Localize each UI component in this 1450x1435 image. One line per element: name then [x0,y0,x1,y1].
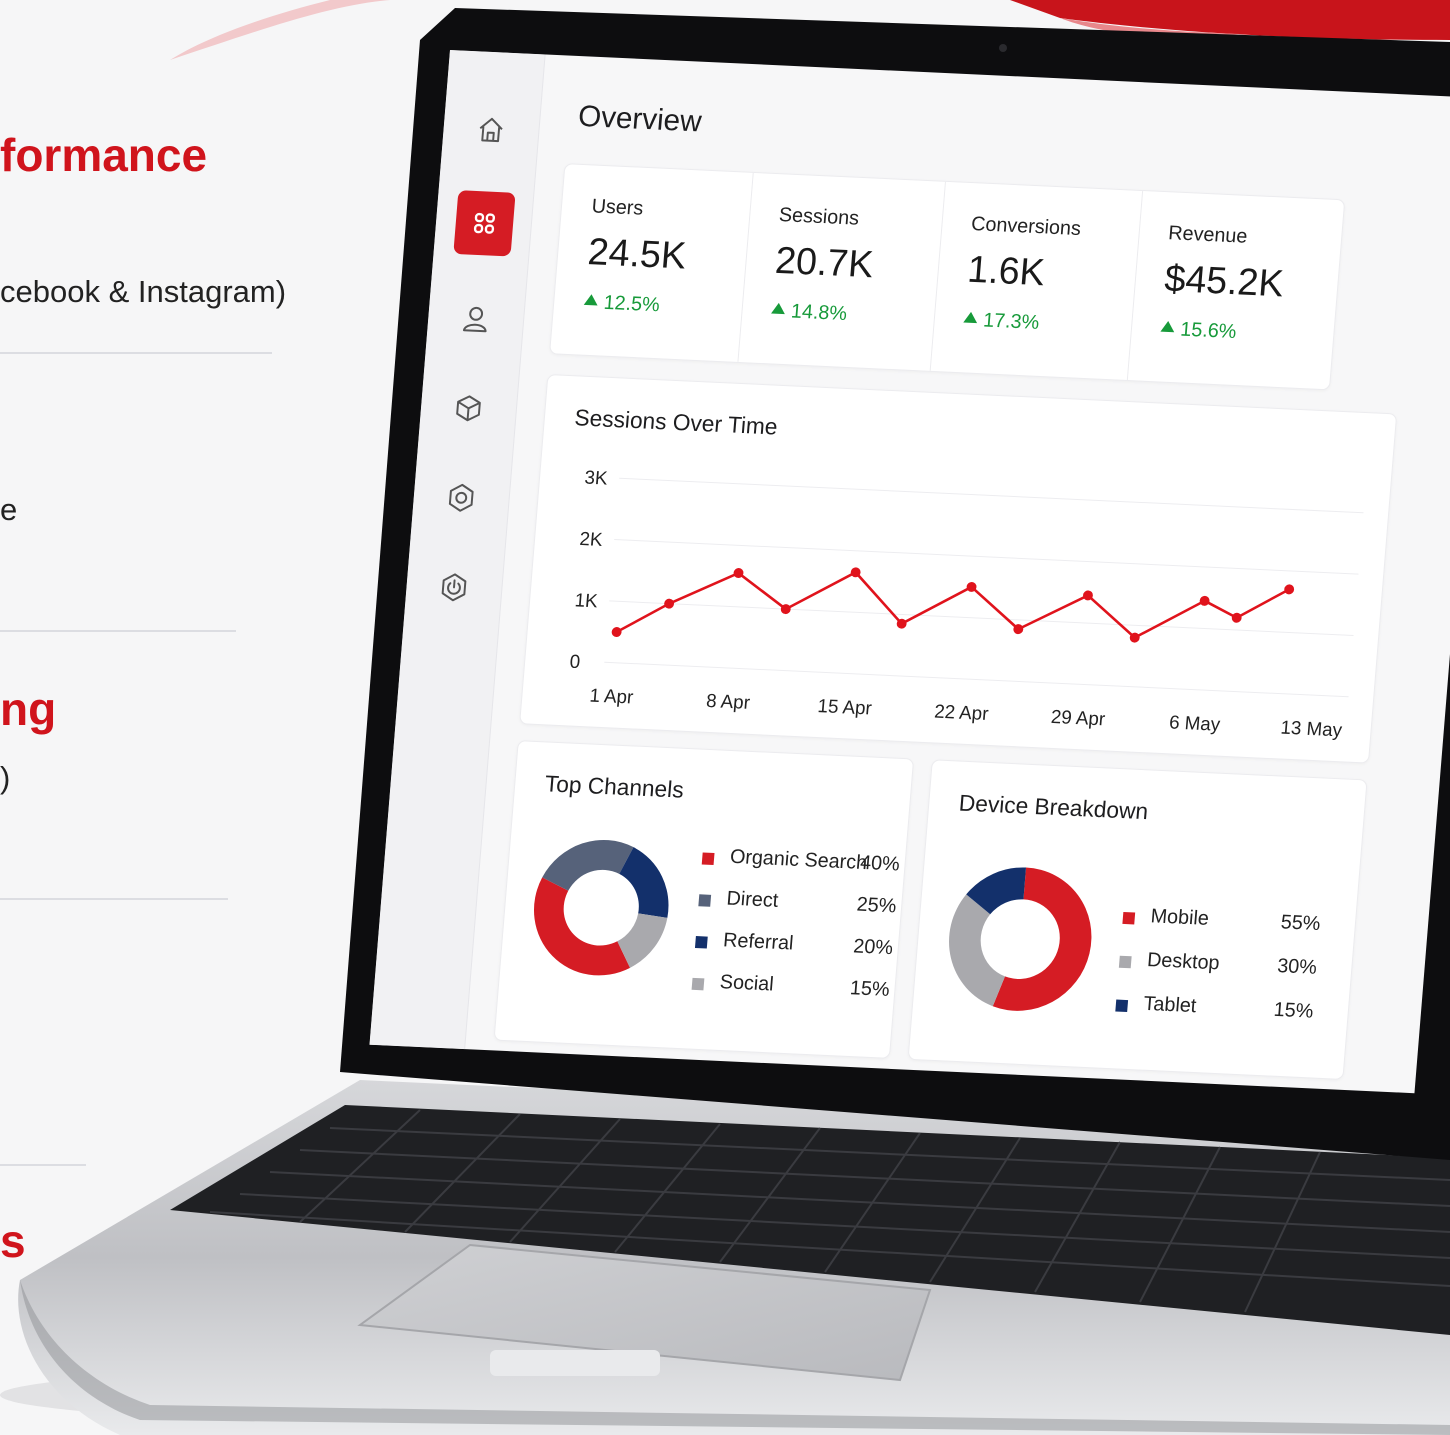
nav-settings[interactable] [431,469,491,527]
trend-up-icon [1160,320,1176,333]
data-point [1231,612,1242,623]
kpi-value: $45.2K [1163,258,1286,306]
legend-item[interactable]: Desktop 30% [1118,948,1337,988]
webcam [999,44,1007,52]
kpi-card-conversions[interactable]: Conversions 1.6K 17.3% [930,182,1142,380]
y-tick-label: 0 [569,651,581,673]
kpi-label: Conversions [970,213,1082,241]
legend-label: Tablet [1142,992,1198,1018]
sessions-line [616,571,1290,639]
dashboard-grid-icon [473,212,496,234]
user-icon [462,306,487,333]
kpi-value: 1.6K [965,248,1047,295]
legend-swatch [698,894,712,907]
x-tick-label: 8 Apr [705,690,750,713]
legend-item[interactable]: Tablet 15% [1115,992,1334,1032]
data-point [1199,595,1210,606]
x-tick-label: 15 Apr [817,695,873,719]
x-tick-label: 13 May [1280,717,1344,741]
legend-label: Direct [725,887,780,912]
legend-percent: 20% [852,935,894,960]
kpi-card-revenue[interactable]: Revenue $45.2K 15.6% [1127,191,1344,389]
device-breakdown-legend: Mobile 55% Desktop 30% Tablet 15% [1112,904,1341,1063]
kpi-label: Sessions [778,204,860,230]
kpi-delta: 12.5% [602,291,661,317]
kpi-label: Revenue [1167,222,1249,248]
x-tick-label: 22 Apr [934,700,990,724]
trend-up-icon [771,302,786,315]
nav-power[interactable] [424,558,484,616]
y-tick-label: 2K [579,528,604,550]
legend-swatch [1115,999,1129,1013]
legend-percent: 15% [849,977,891,1001]
nav-dashboard[interactable] [453,190,516,257]
legend-item[interactable]: Social 15% [691,970,891,1009]
legend-label: Mobile [1149,905,1210,930]
x-tick-label: 1 Apr [589,684,634,707]
kpi-delta: 15.6% [1179,318,1238,344]
legend-percent: 40% [859,851,901,876]
top-channels-legend: Organic Search 40% Direct 25% Referral 20% Soc… [689,845,901,1033]
gridline [619,477,1364,514]
x-tick-label: 29 Apr [1050,706,1106,730]
legend-percent: 25% [855,893,898,918]
legend-swatch [701,852,715,865]
kpi-card-sessions[interactable]: Sessions 20.7K 14.8% [737,173,945,371]
chart-title: Device Breakdown [958,789,1150,825]
kpi-strip: Users 24.5K 12.5% Sessions 20.7K 14.8% C… [549,163,1346,391]
nav-users[interactable] [446,290,506,348]
trend-up-icon [963,311,978,324]
legend-percent: 15% [1272,998,1315,1023]
gridline [609,600,1354,636]
donut-slice [533,877,631,976]
kpi-value: 20.7K [773,239,875,287]
legend-swatch [691,977,705,991]
chart-title: Top Channels [543,770,685,803]
nav-products[interactable] [439,379,499,437]
kpi-label: Users [590,195,645,220]
data-point [611,627,622,637]
data-point [664,598,675,609]
device-breakdown-card: Device Breakdown Mobile 55% Desktop 30% Tabl… [907,759,1368,1080]
kpi-card-users[interactable]: Users 24.5K 12.5% [550,164,753,362]
legend-swatch [1122,911,1136,925]
legend-item[interactable]: Direct 25% [698,886,898,925]
trend-up-icon [583,293,599,306]
device-breakdown-donut [949,867,1092,1011]
data-point [1284,584,1295,595]
home-icon [479,117,503,143]
sessions-line-chart: 0 1K 2K 3K 1 Apr 8 Apr 15 Apr 22 Apr 29 Apr 6 May… [569,467,1364,741]
legend-label: Desktop [1146,949,1221,975]
kpi-delta: 14.8% [790,300,848,325]
legend-swatch [1118,955,1132,969]
x-tick-label: 6 May [1168,711,1221,734]
laptop-notch [490,1350,660,1376]
top-channels-donut [533,840,669,976]
legend-item[interactable]: Organic Search 40% [701,845,901,884]
page-title: Overview [576,99,703,139]
gridline [614,539,1359,575]
cube-icon [456,395,481,422]
legend-label: Organic Search [729,845,868,875]
legend-percent: 30% [1276,955,1318,979]
sessions-chart-card: Sessions Over Time 0 1K 2K 3K 1 Apr 8 Apr 15 A… [519,374,1398,764]
legend-label: Referral [722,929,795,955]
kpi-value: 24.5K [586,231,688,278]
y-tick-label: 1K [574,589,599,611]
legend-item[interactable]: Mobile 55% [1122,904,1341,944]
gear-icon [448,483,474,512]
dashboard-screen: Overview Users 24.5K 12.5% Sessions 20.7… [369,50,1450,1094]
nav-home[interactable] [461,101,521,159]
legend-percent: 55% [1279,911,1322,936]
legend-item[interactable]: Referral 20% [694,928,894,967]
legend-swatch [694,936,708,949]
kpi-delta: 17.3% [982,309,1041,334]
legend-label: Social [719,971,775,996]
top-channels-card: Top Channels Organic Search 40% Direct 25% R… [493,740,915,1059]
power-icon [441,573,467,602]
y-tick-label: 3K [584,467,609,489]
